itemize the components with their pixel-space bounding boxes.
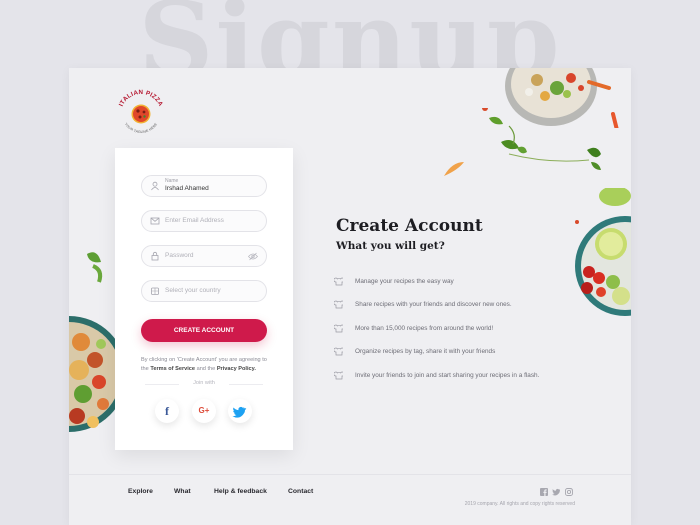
facebook-icon[interactable] bbox=[540, 488, 548, 496]
benefit-item: Manage your recipes the easy way bbox=[334, 276, 574, 288]
email-field[interactable]: Enter Email Address bbox=[141, 210, 267, 232]
footer-divider bbox=[69, 474, 631, 475]
password-field[interactable]: Password bbox=[141, 245, 267, 267]
footer-link-help[interactable]: Help & feedback bbox=[214, 488, 267, 495]
privacy-link[interactable]: Privacy Policy. bbox=[217, 366, 256, 372]
facebook-button[interactable]: f bbox=[155, 399, 179, 423]
benefit-item: Organize recipes by tag, share it with y… bbox=[334, 346, 574, 358]
terms-link[interactable]: Terms of Service bbox=[150, 366, 195, 372]
name-label: Name bbox=[165, 178, 179, 184]
password-placeholder: Password bbox=[165, 252, 194, 259]
footer-link-contact[interactable]: Contact bbox=[288, 488, 313, 495]
eye-off-icon[interactable] bbox=[248, 252, 258, 261]
name-field[interactable]: Name Irshad Ahamed bbox=[141, 175, 267, 197]
name-value: Irshad Ahamed bbox=[165, 185, 209, 192]
svg-text:YOUR TAGLINE HERE: YOUR TAGLINE HERE bbox=[124, 122, 159, 134]
twitter-icon[interactable] bbox=[552, 488, 560, 496]
email-placeholder: Enter Email Address bbox=[165, 217, 224, 224]
facebook-icon: f bbox=[165, 404, 169, 418]
chef-hat-icon bbox=[334, 324, 343, 333]
benefit-item: More than 15,000 recipes from around the… bbox=[334, 323, 574, 335]
footer-link-what[interactable]: What bbox=[174, 488, 191, 495]
join-with-divider: Join with bbox=[141, 380, 267, 388]
twitter-icon bbox=[232, 406, 247, 418]
italian-pizza-logo[interactable]: ITALIAN PIZZA YOUR TAGLINE HERE bbox=[113, 84, 169, 140]
page-subtitle: What you will get? bbox=[336, 240, 445, 252]
lock-icon bbox=[151, 251, 159, 261]
instagram-icon[interactable] bbox=[565, 488, 573, 496]
page-title: Create Account bbox=[336, 216, 483, 236]
country-select[interactable]: Select your country bbox=[141, 280, 267, 302]
copyright-text: 2019 company. All rights and copy rights… bbox=[464, 501, 575, 507]
google-plus-button[interactable]: G+ bbox=[192, 399, 216, 423]
roasted-vegetables-image bbox=[69, 252, 119, 432]
benefit-item: Invite your friends to join and start sh… bbox=[334, 370, 574, 382]
chef-hat-icon bbox=[334, 371, 343, 380]
benefit-item: Share recipes with your friends and disc… bbox=[334, 299, 574, 311]
signup-form: Name Irshad Ahamed Enter Email Address P… bbox=[115, 148, 293, 450]
chef-hat-icon bbox=[334, 277, 343, 286]
google-plus-icon: G+ bbox=[198, 406, 210, 415]
globe-icon bbox=[151, 287, 159, 295]
lime-bowl-image bbox=[575, 188, 631, 316]
chef-hat-icon bbox=[334, 347, 343, 356]
user-icon bbox=[151, 181, 159, 191]
create-account-button[interactable]: CREATE ACCOUNT bbox=[141, 319, 267, 342]
footer-link-explore[interactable]: Explore bbox=[128, 488, 153, 495]
agree-and-text: and the bbox=[196, 366, 216, 372]
country-placeholder: Select your country bbox=[165, 287, 221, 294]
signup-card: ITALIAN PIZZA YOUR TAGLINE HERE Name Irs… bbox=[69, 68, 631, 525]
envelope-icon bbox=[150, 217, 160, 225]
herbs-image bbox=[482, 108, 601, 170]
terms-notice: By clicking on 'Create Account' you are … bbox=[141, 356, 273, 374]
pepper-slice-image bbox=[444, 162, 464, 176]
twitter-button[interactable] bbox=[228, 399, 252, 423]
chef-hat-icon bbox=[334, 300, 343, 309]
